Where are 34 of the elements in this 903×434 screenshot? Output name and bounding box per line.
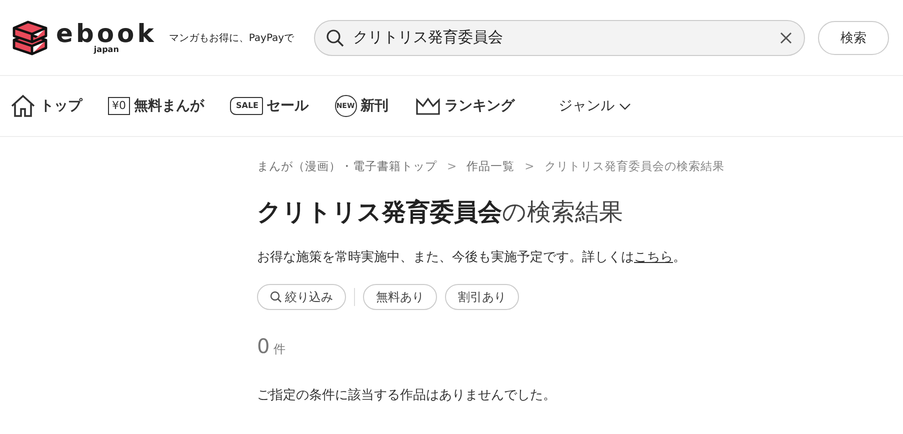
home-icon (10, 94, 36, 118)
tagline: マンガもお得に、PayPayで (168, 32, 294, 44)
nav-item[interactable]: 新刊 (360, 97, 389, 115)
count-unit: 件 (274, 341, 286, 358)
results-heading: クリトリス発育委員会の検索結果 (257, 197, 624, 228)
search-button[interactable]: 検索 (818, 20, 889, 54)
details-link[interactable]: こちら (634, 250, 673, 265)
breadcrumb-separator: > (524, 159, 534, 174)
breadcrumb-separator: > (447, 159, 457, 174)
sale-tag-icon: SALE (230, 97, 263, 115)
notice-text: お得な施策を常時実施中、また、今後も実施予定です。詳しくはこちら。 (257, 249, 687, 266)
filter-chip[interactable]: 割引あり (445, 284, 519, 310)
breadcrumb-link[interactable]: まんが（漫画）・電子書籍トップ (257, 159, 437, 174)
logo-subtitle: japan (94, 46, 119, 54)
chevron-icon (618, 101, 631, 111)
free-icon: ¥0 (108, 97, 130, 115)
crown-icon (414, 96, 441, 116)
refine-button[interactable]: 絞り込み (257, 284, 346, 310)
filter-chip[interactable]: 無料あり (363, 284, 437, 310)
breadcrumb-link[interactable]: 作品一覧 (466, 159, 515, 174)
nav-item[interactable]: 無料まんが (134, 97, 204, 115)
books-logo-icon (10, 20, 50, 56)
search-icon (270, 291, 282, 303)
logo-wordmark[interactable]: ebook (56, 21, 157, 46)
search-icon (326, 28, 344, 46)
search-field[interactable]: クリトリス発育委員会 (314, 20, 806, 56)
nav-item[interactable]: セール (266, 97, 309, 115)
nav-item[interactable]: ジャンル (558, 97, 631, 115)
nav-item[interactable]: トップ (40, 97, 82, 115)
empty-message: ご指定の条件に該当する作品はありませんでした。 (257, 387, 557, 404)
clear-icon[interactable] (779, 30, 794, 44)
result-count: 0 (257, 334, 270, 358)
breadcrumb-current: クリトリス発育委員会の検索結果 (544, 159, 724, 174)
nav-item[interactable]: ランキング (444, 97, 515, 115)
